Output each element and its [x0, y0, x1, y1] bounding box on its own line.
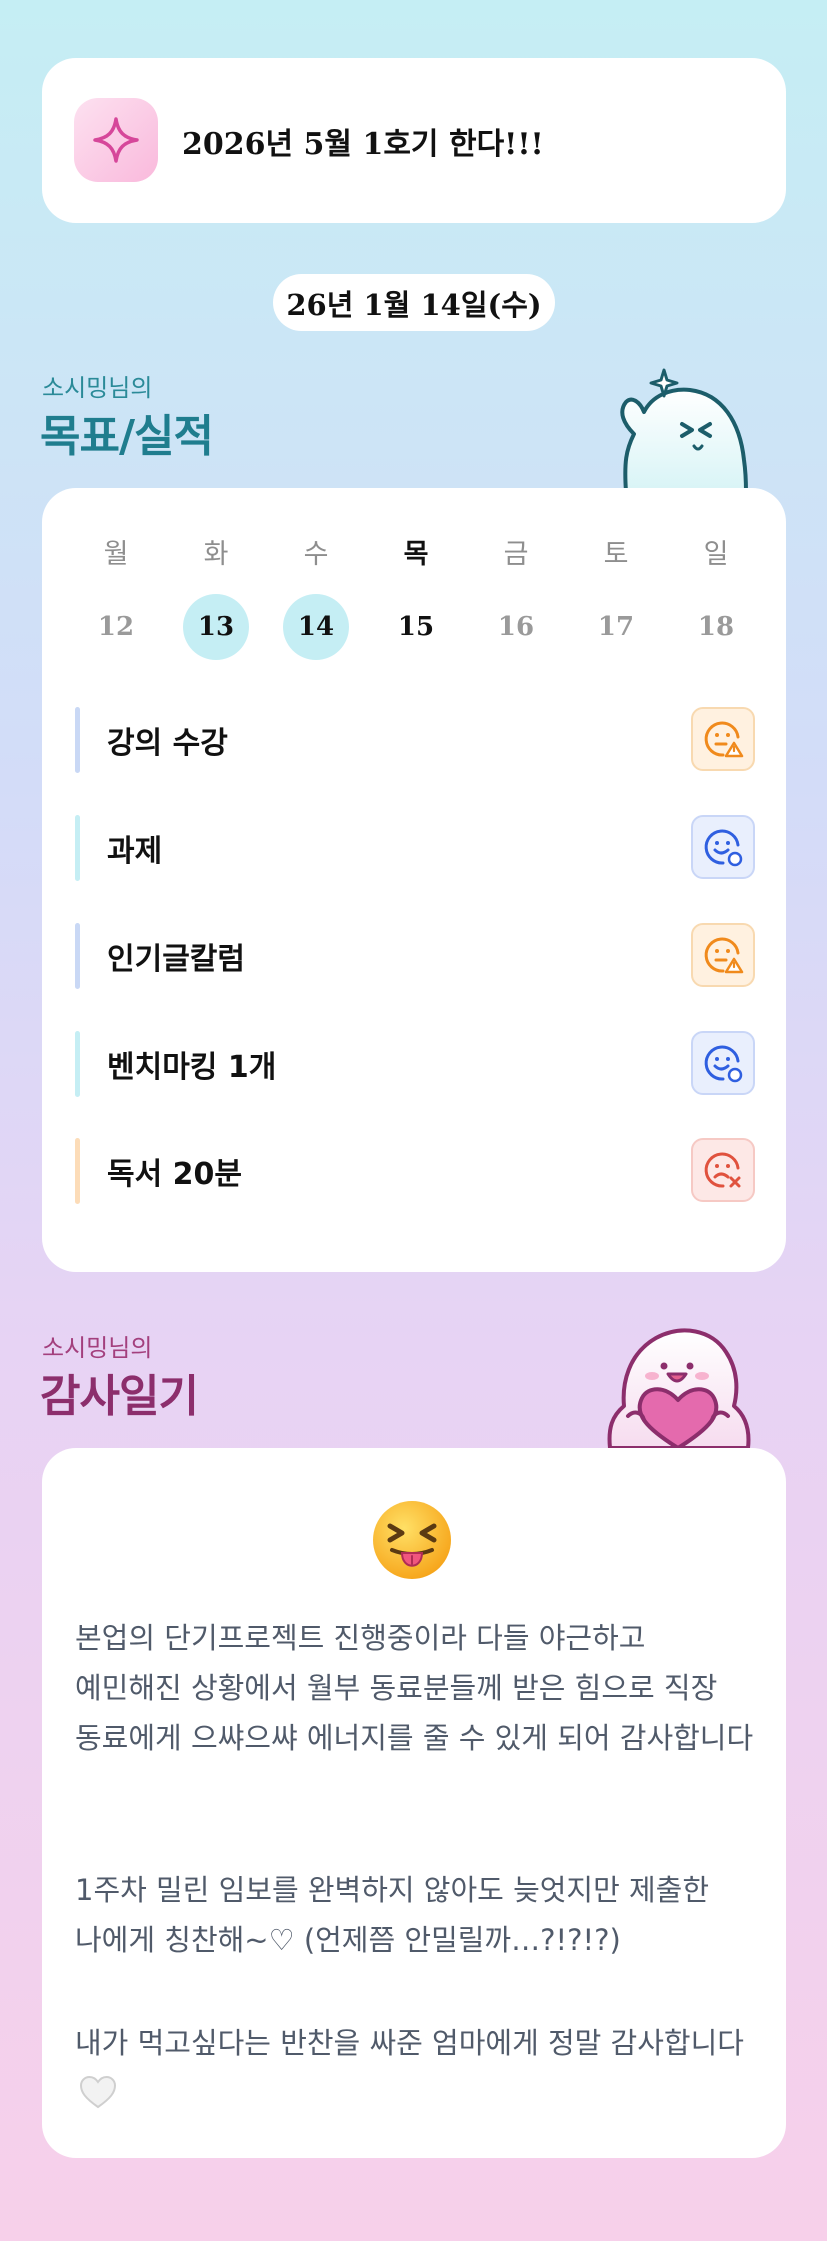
- task-item[interactable]: 독서 20분: [75, 1138, 755, 1204]
- date-number: 12: [97, 612, 135, 642]
- date-number: 16: [497, 612, 535, 642]
- task-item[interactable]: 벤치마킹 1개: [75, 1031, 755, 1097]
- task-color-bar: [75, 923, 80, 989]
- date-cell-today[interactable]: 15: [366, 594, 466, 660]
- sad-face-x-icon[interactable]: [691, 1138, 755, 1202]
- weekday-row: 월 화 수 목 금 토 일: [66, 533, 766, 570]
- weekday-label: 금: [503, 538, 529, 570]
- smile-face-check-icon[interactable]: [691, 815, 755, 879]
- diary-paragraph-last: 내가 먹고싶다는 반찬을 싸준 엄마에게 정말 감사합니다: [75, 2018, 755, 2124]
- date-number: 13: [183, 594, 249, 660]
- weekday-label: 월: [103, 538, 129, 570]
- task-item[interactable]: 인기글칼럼: [75, 923, 755, 989]
- gratitude-diary-card: 본업의 단기프로젝트 진행중이라 다들 야근하고 예민해진 상황에서 월부 동료…: [42, 1448, 786, 2158]
- date-cell[interactable]: 17: [566, 594, 666, 660]
- date-cell[interactable]: 18: [666, 594, 766, 660]
- date-cell-selected[interactable]: 14: [266, 594, 366, 660]
- performance-owner-label: 소시밍님의: [42, 374, 153, 402]
- weekday-label: 화: [203, 538, 229, 570]
- squinting-tongue-emoji: [370, 1498, 454, 1586]
- weekday-label-today: 목: [403, 538, 429, 570]
- diary-paragraph: 본업의 단기프로젝트 진행중이라 다들 야근하고 예민해진 상황에서 월부 동료…: [75, 1621, 754, 1755]
- gratitude-owner-label: 소시밍님의: [42, 1334, 153, 1362]
- waving-mascot: [598, 362, 758, 494]
- date-number: 18: [697, 612, 735, 642]
- sparkle-icon: [74, 98, 158, 182]
- task-label: 벤치마킹 1개: [107, 1050, 277, 1085]
- goal-card: 2026년 5월 1호기 한다!!!: [42, 58, 786, 223]
- date-cell-selected[interactable]: 13: [166, 594, 266, 660]
- task-label: 강의 수강: [107, 726, 228, 761]
- weekday-label: 일: [703, 538, 729, 570]
- task-item[interactable]: 과제: [75, 815, 755, 881]
- task-label: 독서 20분: [107, 1157, 242, 1192]
- weekday-label: 수: [303, 538, 329, 570]
- goal-text: 2026년 5월 1호기 한다!!!: [182, 126, 544, 162]
- meh-face-warning-icon[interactable]: [691, 707, 755, 771]
- smile-face-check-icon[interactable]: [691, 1031, 755, 1095]
- heart-hugging-mascot: [598, 1324, 758, 1450]
- date-row: 12 13 14 15 16 17 18: [66, 594, 766, 660]
- white-heart-icon: [79, 2074, 117, 2124]
- date-pill[interactable]: 26년 1월 14일(수): [273, 274, 555, 331]
- date-number: 14: [283, 594, 349, 660]
- meh-face-warning-icon[interactable]: [691, 923, 755, 987]
- performance-title: 목표/실적: [40, 411, 214, 462]
- task-color-bar: [75, 1031, 80, 1097]
- task-color-bar: [75, 707, 80, 773]
- gratitude-title: 감사일기: [40, 1371, 199, 1422]
- task-label: 과제: [107, 834, 163, 869]
- date-cell[interactable]: 16: [466, 594, 566, 660]
- date-number: 17: [597, 612, 635, 642]
- weekday-label: 토: [603, 538, 629, 570]
- task-item[interactable]: 강의 수강: [75, 707, 755, 773]
- diary-paragraph: 1주차 밀린 임보를 완벽하지 않아도 늦엇지만 제출한 나에게 칭찬해~♡ (…: [75, 1873, 710, 1957]
- weekly-goals-card: 월 화 수 목 금 토 일 12 13 14 15 16 17 18 강의 수강: [42, 488, 786, 1272]
- task-label: 인기글칼럼: [107, 942, 245, 977]
- date-cell[interactable]: 12: [66, 594, 166, 660]
- date-number: 15: [397, 612, 435, 642]
- diary-paragraph-text: 내가 먹고싶다는 반찬을 싸준 엄마에게 정말 감사합니다: [75, 2026, 744, 2060]
- task-color-bar: [75, 815, 80, 881]
- task-color-bar: [75, 1138, 80, 1204]
